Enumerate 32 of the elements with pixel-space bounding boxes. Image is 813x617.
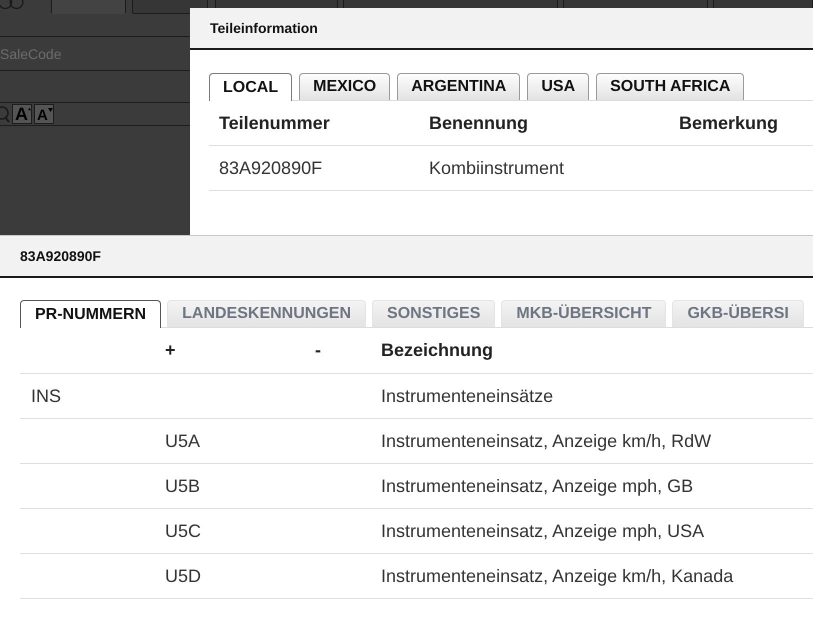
tab[interactable]: MEXICO — [299, 73, 390, 100]
table-cell: U5D — [155, 554, 305, 598]
table-cell: Instrumenteneinsatz, Anzeige mph, GB — [371, 464, 813, 508]
tab[interactable]: GKB-ÜBERSI — [672, 300, 804, 327]
table-cell: U5B — [155, 464, 305, 508]
table-cell: INS — [20, 374, 155, 418]
window-title: Teileinformation — [210, 20, 318, 36]
table-cell: Kombiinstrument — [419, 146, 669, 190]
tab[interactable]: LANDESKENNUNGEN — [167, 300, 366, 327]
tab[interactable]: LOCAL — [209, 73, 292, 101]
table-cell: Instrumenteneinsatz, Anzeige km/h, RdW — [371, 418, 813, 464]
table-cell: Instrumenteneinsatz, Anzeige km/h, Kanada — [371, 554, 813, 598]
tab[interactable]: PR-NUMMERN — [20, 300, 162, 328]
column-header: Bemerkung — [669, 101, 813, 146]
column-header: Teilenummer — [209, 101, 419, 146]
column-header: - — [305, 328, 371, 374]
table-cell: 83A920890F — [209, 146, 419, 190]
table-cell: U5C — [155, 508, 305, 554]
column-header: Benennung — [419, 101, 669, 146]
tab[interactable]: SOUTH AFRICA — [596, 73, 744, 100]
tab[interactable] — [132, 0, 208, 14]
column-header: + — [155, 328, 305, 374]
tab[interactable]: USA — [527, 73, 590, 100]
table-cell: U5A — [155, 418, 305, 464]
tab[interactable]: MKB-ÜBERSICHT — [501, 300, 666, 327]
table-cell: Instrumenteneinsatz, Anzeige mph, USA — [371, 508, 813, 554]
tab[interactable]: ARGENTINA — [397, 73, 520, 100]
column-header: Bezeichnung — [371, 328, 813, 374]
caret-down-icon — [48, 108, 53, 112]
table-cell: Instrumenteneinsätze — [371, 374, 813, 418]
tab[interactable]: SONSTIGES — [372, 300, 496, 327]
window-title: 83A920890F — [20, 248, 101, 264]
